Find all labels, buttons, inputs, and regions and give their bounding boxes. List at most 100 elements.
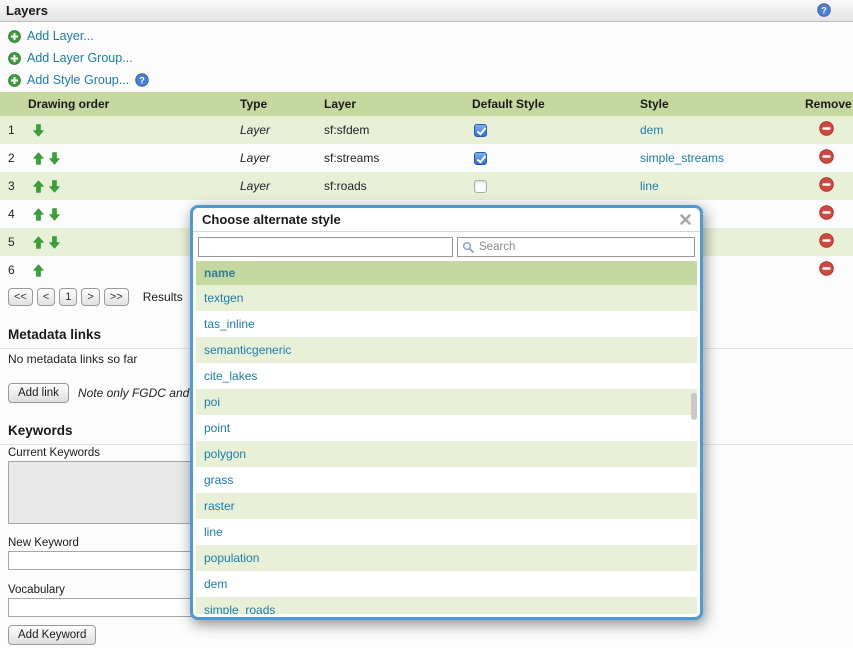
current-keywords-label: Current Keywords: [8, 447, 100, 459]
page-title: Layers: [6, 3, 48, 18]
default-style-checkbox[interactable]: [474, 124, 487, 137]
add-style-group-link[interactable]: Add Style Group...: [27, 73, 129, 87]
search-box[interactable]: [457, 237, 695, 257]
default-style-checkbox[interactable]: [474, 180, 487, 193]
layer-type: Layer: [228, 116, 312, 144]
page-1-button[interactable]: 1: [59, 288, 77, 306]
modal-search-row: [193, 232, 700, 261]
move-down-icon[interactable]: [33, 124, 44, 137]
remove-icon[interactable]: [819, 261, 834, 276]
style-row[interactable]: poi: [196, 389, 697, 415]
style-row[interactable]: population: [196, 545, 697, 571]
style-row[interactable]: cite_lakes: [196, 363, 697, 389]
svg-text:?: ?: [821, 5, 827, 15]
add-links: Add Layer... Add Layer Group... Add Style …: [8, 28, 149, 94]
close-icon[interactable]: [679, 213, 692, 226]
style-list: name textgen tas_inline semanticgeneric cit…: [196, 261, 697, 614]
help-icon[interactable]: ?: [817, 3, 831, 17]
add-layer-group-row: Add Layer Group...: [8, 50, 149, 66]
layer-row: 2Layersf:streamssimple_streams: [0, 144, 853, 172]
layer-row: 3Layersf:roadsline: [0, 172, 853, 200]
style-link[interactable]: dem: [640, 123, 663, 137]
style-filter-input[interactable]: [198, 237, 453, 257]
style-name-link[interactable]: textgen: [204, 291, 243, 305]
next-page-button[interactable]: >: [81, 288, 99, 306]
search-icon: [462, 241, 475, 254]
style-name-link[interactable]: semanticgeneric: [204, 343, 291, 357]
style-link[interactable]: line: [640, 179, 659, 193]
last-page-button[interactable]: >>: [104, 288, 129, 306]
move-up-icon[interactable]: [33, 264, 44, 277]
remove-icon[interactable]: [819, 233, 834, 248]
drawing-order-number: 3: [8, 179, 28, 193]
column-header-default-style: Default Style: [462, 92, 632, 116]
style-name-link[interactable]: raster: [204, 499, 235, 513]
remove-icon[interactable]: [819, 149, 834, 164]
help-icon[interactable]: ?: [135, 73, 149, 87]
metadata-empty-text: No metadata links so far: [8, 352, 137, 366]
layer-row: 1 Layersf:sfdem dem: [0, 116, 853, 144]
style-row[interactable]: line: [196, 519, 697, 545]
vocabulary-label: Vocabulary: [8, 584, 65, 596]
style-name-link[interactable]: population: [204, 551, 259, 565]
style-name-link[interactable]: dem: [204, 577, 227, 591]
style-name-link[interactable]: simple_roads: [204, 603, 275, 614]
style-row[interactable]: point: [196, 415, 697, 441]
search-input[interactable]: [479, 240, 690, 255]
add-layer-group-link[interactable]: Add Layer Group...: [27, 51, 133, 65]
move-up-icon[interactable]: [33, 152, 44, 165]
add-layer-link[interactable]: Add Layer...: [27, 29, 94, 43]
add-keyword-button[interactable]: Add Keyword: [8, 625, 96, 645]
remove-icon[interactable]: [819, 177, 834, 192]
style-list-column-header: name: [196, 261, 697, 285]
add-link-button[interactable]: Add link: [8, 383, 69, 403]
results-label: Results: [143, 290, 183, 304]
style-name-link[interactable]: line: [204, 525, 223, 539]
header-bar: Layers ?: [0, 0, 853, 22]
column-header-layer: Layer: [312, 92, 462, 116]
style-row[interactable]: simple_roads: [196, 597, 697, 614]
style-name-link[interactable]: poi: [204, 395, 220, 409]
style-row[interactable]: dem: [196, 571, 697, 597]
style-row[interactable]: raster: [196, 493, 697, 519]
style-name-link[interactable]: polygon: [204, 447, 246, 461]
column-header-drawing-order: Drawing order: [0, 92, 228, 116]
scrollbar-thumb[interactable]: [691, 393, 697, 420]
remove-icon[interactable]: [819, 121, 834, 136]
move-down-icon[interactable]: [49, 208, 60, 221]
add-style-group-row: Add Style Group...?: [8, 72, 149, 88]
style-name-link[interactable]: cite_lakes: [204, 369, 257, 383]
move-up-icon[interactable]: [33, 236, 44, 249]
style-rows: textgen tas_inline semanticgeneric cite_lak…: [196, 285, 697, 614]
style-row[interactable]: polygon: [196, 441, 697, 467]
layer-type: Layer: [228, 144, 312, 172]
style-row[interactable]: semanticgeneric: [196, 337, 697, 363]
move-up-icon[interactable]: [33, 180, 44, 193]
move-down-icon[interactable]: [49, 180, 60, 193]
first-page-button[interactable]: <<: [8, 288, 33, 306]
move-down-icon[interactable]: [49, 236, 60, 249]
drawing-order-number: 1: [8, 123, 28, 137]
style-link[interactable]: simple_streams: [640, 151, 724, 165]
move-up-icon[interactable]: [33, 208, 44, 221]
previous-page-button[interactable]: <: [37, 288, 55, 306]
style-name-link[interactable]: tas_inline: [204, 317, 255, 331]
metadata-actions: Add link Note only FGDC and TC: [8, 383, 209, 403]
drawing-order-number: 4: [8, 207, 28, 221]
move-down-icon[interactable]: [49, 152, 60, 165]
column-header-remove: Remove: [795, 92, 853, 116]
page: Layers ? Add Layer...Add Layer Group...A…: [0, 0, 853, 648]
style-row[interactable]: textgen: [196, 285, 697, 311]
style-row[interactable]: tas_inline: [196, 311, 697, 337]
style-row[interactable]: grass: [196, 467, 697, 493]
drawing-order-number: 2: [8, 151, 28, 165]
choose-alternate-style-modal: Choose alternate style name textgentas_i…: [190, 205, 703, 620]
remove-icon[interactable]: [819, 205, 834, 220]
style-name-link[interactable]: point: [204, 421, 230, 435]
style-name-link[interactable]: grass: [204, 473, 233, 487]
layer-name: sf:sfdem: [312, 116, 462, 144]
pagination-buttons: <<<1>>>: [8, 288, 129, 306]
layers-table-header-row: Drawing orderTypeLayerDefault StyleStyle…: [0, 92, 853, 116]
drawing-order-number: 5: [8, 235, 28, 249]
default-style-checkbox[interactable]: [474, 152, 487, 165]
